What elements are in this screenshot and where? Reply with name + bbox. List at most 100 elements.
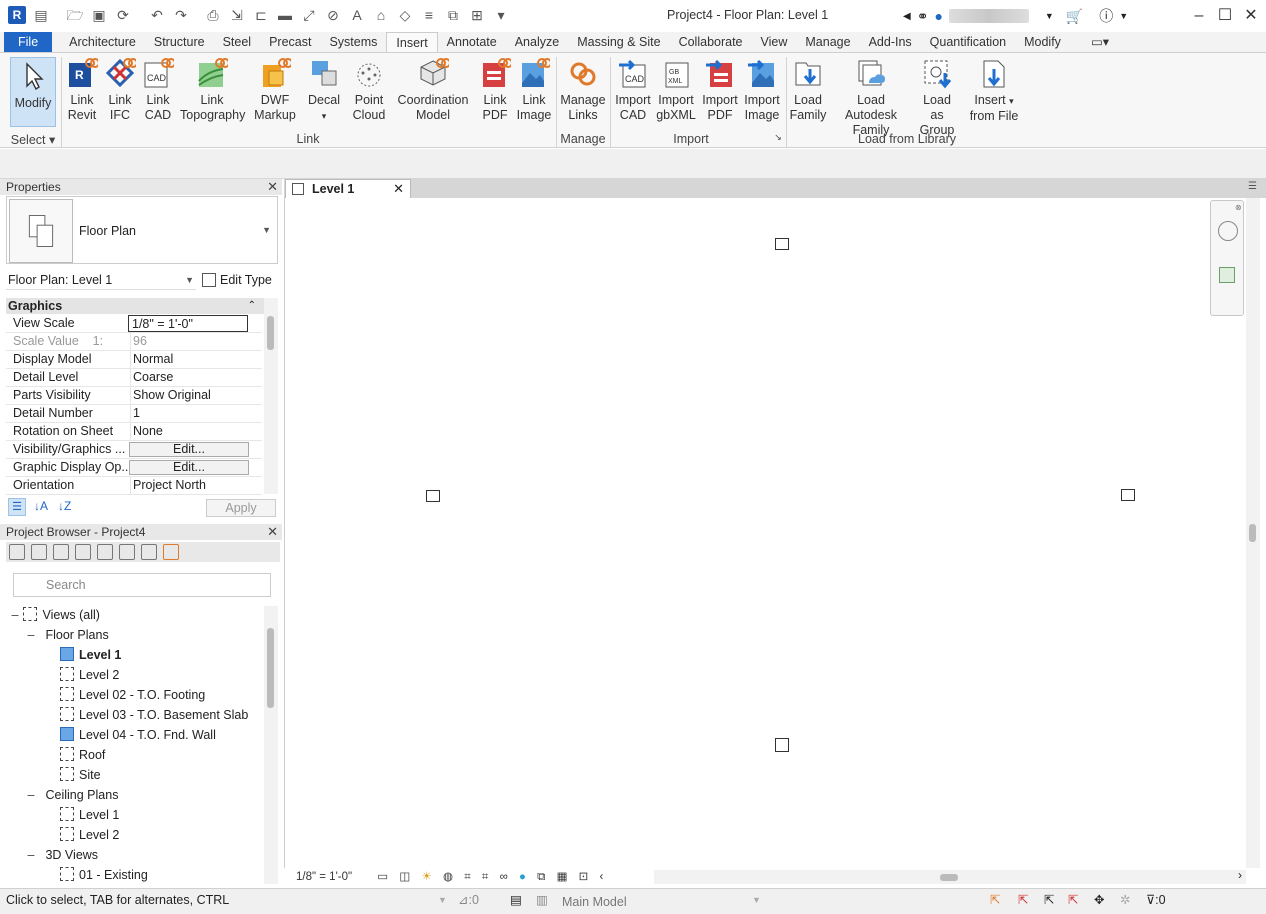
- tab-massing-site[interactable]: Massing & Site: [568, 32, 669, 52]
- chevron-down-icon[interactable]: ▼: [262, 225, 271, 235]
- editable-only-icon[interactable]: ⊿:0: [458, 889, 479, 911]
- print-icon[interactable]: ⎙: [204, 6, 222, 24]
- tab-file[interactable]: File: [4, 32, 53, 52]
- tree-item-ceiling-level-2[interactable]: Level 2: [60, 825, 119, 845]
- tab-menu-icon[interactable]: ☰: [1248, 181, 1257, 192]
- binoculars-icon[interactable]: ⚭: [917, 8, 929, 25]
- property-row[interactable]: Parts Visibility Show Original: [6, 387, 262, 405]
- open-icon[interactable]: 🗁: [66, 6, 84, 24]
- tree-item-level-02[interactable]: Level 02 - T.O. Footing: [60, 685, 205, 705]
- chevron-down-icon[interactable]: ▼: [185, 270, 194, 290]
- link-topography-button[interactable]: Link Topography: [180, 57, 245, 123]
- zoom-icon[interactable]: [1219, 267, 1235, 283]
- section-icon[interactable]: ◇: [396, 6, 414, 24]
- close-icon[interactable]: ✕: [393, 180, 404, 198]
- chevron-down-icon[interactable]: ▼: [752, 889, 761, 911]
- type-selector[interactable]: Floor Plan ▼: [6, 196, 278, 264]
- view-horizontal-scrollbar[interactable]: ›: [654, 868, 1246, 884]
- property-row[interactable]: Orientation Project North: [6, 477, 262, 495]
- text-icon[interactable]: A: [348, 6, 366, 24]
- families-icon[interactable]: [97, 544, 113, 560]
- east-elevation-marker[interactable]: [1121, 489, 1135, 501]
- view-vertical-scrollbar[interactable]: [1246, 198, 1260, 868]
- property-row[interactable]: Detail Level Coarse: [6, 369, 262, 387]
- link-ifc-button[interactable]: Link IFC: [102, 57, 138, 123]
- insert-from-file-button[interactable]: Insert ▾ from File: [966, 57, 1022, 124]
- tab-modify[interactable]: Modify: [1015, 32, 1070, 52]
- design-options-icon[interactable]: ▤: [510, 889, 522, 911]
- close-icon[interactable]: ✕: [1238, 4, 1264, 28]
- revit-logo-icon[interactable]: R: [8, 6, 26, 24]
- graphics-section-header[interactable]: Graphics ⌃: [6, 298, 278, 314]
- sort-ascending-icon[interactable]: ↓A: [34, 499, 48, 513]
- user-icon[interactable]: ●: [934, 8, 942, 24]
- tree-node[interactable]: – 3D Views: [26, 845, 99, 865]
- link-pdf-button[interactable]: Link PDF: [478, 57, 512, 123]
- property-row[interactable]: Rotation on Sheet None: [6, 423, 262, 441]
- tab-view[interactable]: View: [752, 32, 797, 52]
- detail-level-icon[interactable]: ▭: [377, 871, 388, 883]
- tab-precast[interactable]: Precast: [260, 32, 320, 52]
- tree-item-roof[interactable]: Roof: [60, 745, 105, 765]
- cart-icon[interactable]: 🛒: [1066, 8, 1083, 25]
- links-view-icon[interactable]: [141, 544, 157, 560]
- tree-node[interactable]: – Ceiling Plans: [26, 785, 119, 805]
- collapse-icon[interactable]: –: [10, 605, 20, 625]
- shadows-icon[interactable]: ◍: [443, 871, 453, 883]
- scroll-right-icon[interactable]: ›: [1238, 868, 1242, 882]
- scroll-left-icon[interactable]: ‹: [599, 871, 603, 883]
- undo-icon[interactable]: ↶: [148, 6, 166, 24]
- select-underlay-icon[interactable]: ⇱: [1018, 889, 1028, 911]
- close-hidden-icon[interactable]: ⧉: [444, 6, 462, 24]
- steering-wheel-icon[interactable]: [1218, 221, 1238, 241]
- minimize-icon[interactable]: –: [1186, 4, 1212, 28]
- scale-selector[interactable]: 1/8" = 1'-0": [296, 871, 352, 883]
- model-selector[interactable]: Main Model: [562, 891, 627, 913]
- help-icon[interactable]: ⓘ: [1099, 6, 1113, 26]
- analytical-model-icon[interactable]: ⊡: [579, 871, 589, 883]
- manage-links-button[interactable]: Manage Links: [560, 57, 606, 123]
- link-cad-button[interactable]: CAD Link CAD: [140, 57, 176, 123]
- home-view-icon[interactable]: [9, 544, 25, 560]
- select-group-label[interactable]: Select ▾: [10, 132, 56, 147]
- import-dialog-launcher-icon[interactable]: ↘: [772, 132, 784, 143]
- tab-level-1[interactable]: Level 1 ✕: [285, 179, 411, 199]
- temporary-hide-icon[interactable]: ●: [519, 871, 526, 883]
- drop-down-icon[interactable]: ▼: [438, 889, 447, 911]
- load-autodesk-family-button[interactable]: Load Autodesk Family: [830, 57, 912, 138]
- dwf-markup-button[interactable]: DWF Markup: [252, 57, 298, 123]
- decal-button[interactable]: Decal ▾: [306, 57, 342, 124]
- tree-node[interactable]: – Views (all): [10, 605, 100, 625]
- drawing-canvas[interactable]: [284, 198, 1246, 868]
- tab-add-ins[interactable]: Add-Ins: [860, 32, 921, 52]
- import-pdf-button[interactable]: Import PDF: [700, 57, 740, 123]
- views-icon[interactable]: [31, 544, 47, 560]
- link-revit-button[interactable]: R Link Revit: [64, 57, 100, 123]
- sun-path-icon[interactable]: ☀: [421, 871, 431, 883]
- tab-structure[interactable]: Structure: [145, 32, 214, 52]
- drag-elements-icon[interactable]: ✥: [1094, 889, 1104, 911]
- sort-descending-icon[interactable]: ↓Z: [58, 499, 71, 513]
- thin-lines-icon[interactable]: ≡: [420, 6, 438, 24]
- select-links-icon[interactable]: ⇱: [990, 889, 1000, 911]
- modify-button[interactable]: Modify: [10, 57, 56, 127]
- graphic-display-edit-button[interactable]: Edit...: [129, 460, 249, 475]
- measure-icon[interactable]: ⇲: [228, 6, 246, 24]
- tab-insert[interactable]: Insert: [386, 32, 438, 52]
- customize-icon[interactable]: ▾: [492, 6, 510, 24]
- tree-item-level-03[interactable]: Level 03 - T.O. Basement Slab: [60, 705, 248, 725]
- tree-item-level-1[interactable]: Level 1: [60, 645, 121, 665]
- sync-icon[interactable]: ⟳: [114, 6, 132, 24]
- load-family-button[interactable]: Load Family: [788, 57, 828, 123]
- tag-icon[interactable]: ⊘: [324, 6, 342, 24]
- tape-icon[interactable]: ▬: [276, 6, 294, 24]
- west-elevation-marker[interactable]: [426, 490, 440, 502]
- ribbon-options-icon[interactable]: ▭▾: [1082, 32, 1118, 52]
- switch-windows-icon[interactable]: ⊞: [468, 6, 486, 24]
- filter-icon[interactable]: ⊽:0: [1146, 889, 1166, 911]
- tab-manage[interactable]: Manage: [796, 32, 859, 52]
- collapse-icon[interactable]: –: [26, 845, 36, 865]
- scroll-thumb[interactable]: [267, 316, 274, 350]
- north-elevation-marker[interactable]: [775, 238, 789, 250]
- show-crop-icon[interactable]: ⌗: [482, 871, 488, 883]
